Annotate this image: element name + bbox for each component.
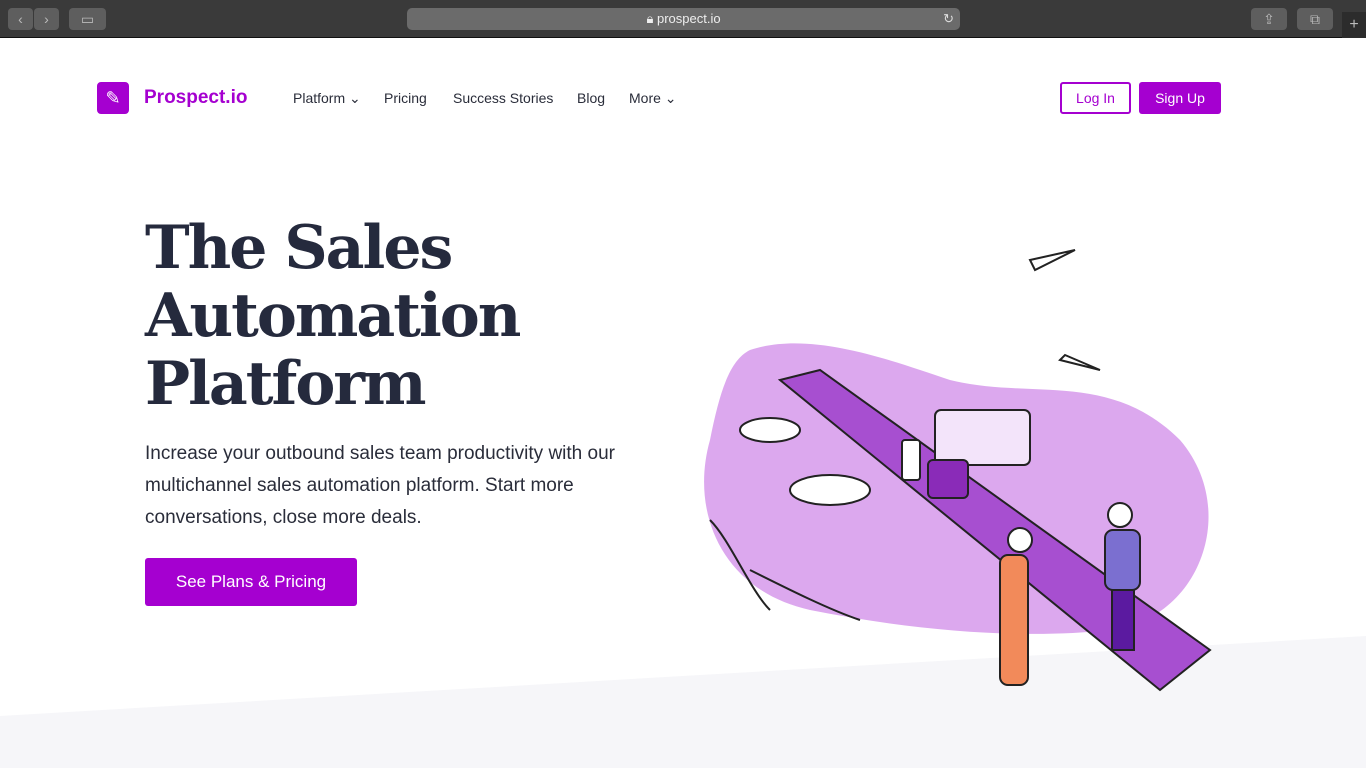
- nav-success-stories[interactable]: Success Stories: [453, 90, 553, 106]
- nav-more[interactable]: More ⌄: [629, 90, 677, 107]
- sales-automation-illustration: [704, 249, 1212, 692]
- see-plans-button[interactable]: See Plans & Pricing: [145, 558, 357, 606]
- share-button[interactable]: ⇪: [1251, 8, 1287, 30]
- reload-icon[interactable]: ↻: [943, 8, 954, 30]
- sidebar-toggle-button[interactable]: ▭: [69, 8, 106, 30]
- back-button[interactable]: ‹: [8, 8, 33, 30]
- nav-platform[interactable]: Platform ⌄: [293, 90, 361, 107]
- main-nav: ✎ Prospect.io Platform ⌄ Pricing Success…: [97, 82, 1221, 114]
- hero-title: The Sales Automation Platform: [145, 213, 521, 419]
- nav-pricing[interactable]: Pricing: [384, 90, 427, 106]
- new-tab-button[interactable]: +: [1342, 12, 1366, 38]
- brand-name[interactable]: Prospect.io: [144, 87, 247, 109]
- signup-button[interactable]: Sign Up: [1139, 82, 1221, 114]
- login-button[interactable]: Log In: [1060, 82, 1131, 114]
- hero-subtitle: Increase your outbound sales team produc…: [145, 443, 615, 528]
- forward-button[interactable]: ›: [34, 8, 59, 30]
- nav-blog[interactable]: Blog: [577, 90, 605, 106]
- address-bar[interactable]: 🔒︎ prospect.io ↻: [407, 8, 960, 30]
- carrot-logo-icon[interactable]: ✎: [97, 82, 129, 114]
- lock-icon: 🔒︎: [646, 11, 657, 26]
- tabs-button[interactable]: ⧉: [1297, 8, 1333, 30]
- browser-toolbar: ‹ › ▭ 🔒︎ prospect.io ↻ ⇪ ⧉ +: [0, 0, 1366, 38]
- url-text: prospect.io: [656, 11, 721, 26]
